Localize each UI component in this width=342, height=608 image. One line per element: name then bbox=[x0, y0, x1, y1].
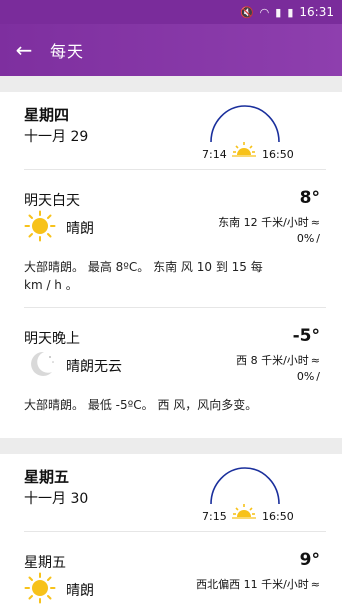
signal-icon: ▮ bbox=[275, 5, 282, 19]
sun-horizon-icon bbox=[232, 504, 256, 519]
period-label: 明天白天 bbox=[24, 193, 80, 209]
back-arrow-icon[interactable]: ← bbox=[0, 24, 48, 76]
wind-info: 东南 12 千米/小时 ≈ bbox=[218, 214, 320, 230]
daytime-forecast[interactable]: 星期五 晴朗 9° 西北偏西 11 千米/小时 ≈ bbox=[24, 532, 326, 608]
period-label: 星期五 bbox=[24, 555, 66, 571]
temperature: 9° bbox=[299, 550, 320, 570]
sunset-time: 16:50 bbox=[262, 148, 294, 161]
day-name: 星期五 bbox=[24, 468, 70, 486]
sun-horizon-icon bbox=[232, 142, 256, 157]
sunrise-time: 7:14 bbox=[202, 148, 227, 161]
daily-forecast-list[interactable]: 星期四 十一月 29 7:14 16:50 明天白天 晴朗 8° 东南 12 千… bbox=[0, 76, 342, 608]
status-bar: 🔇 ◠ ▮ ▮ 16:31 bbox=[0, 0, 342, 24]
day-name: 星期四 bbox=[24, 106, 70, 124]
day-date: 十一月 30 bbox=[24, 491, 89, 507]
forecast-description: 大部晴朗。 最高 8ºC。 东南 风 10 到 15 每 km / h 。 bbox=[24, 260, 263, 292]
wind-info: 西 8 千米/小时 ≈ bbox=[236, 352, 320, 368]
sunny-icon bbox=[24, 572, 56, 604]
wind-text: 西 8 千米/小时 bbox=[236, 354, 309, 367]
clear-night-moon-icon bbox=[31, 351, 54, 376]
day-date: 十一月 29 bbox=[24, 129, 89, 145]
sun-arc-icon bbox=[210, 467, 280, 505]
wind-text: 东南 12 千米/小时 bbox=[218, 216, 309, 229]
day-card: 星期五 十一月 30 7:15 16:50 星期五 晴朗 9° 西北偏西 11 … bbox=[0, 454, 342, 608]
day-header: 星期四 十一月 29 7:14 16:50 bbox=[24, 92, 326, 170]
condition-text: 晴朗无云 bbox=[66, 359, 122, 375]
condition-text: 晴朗 bbox=[66, 221, 94, 237]
sunny-icon bbox=[24, 210, 56, 242]
temperature: 8° bbox=[299, 188, 320, 208]
precip-text: 0% bbox=[296, 232, 315, 245]
sunrise-time: 7:15 bbox=[202, 510, 227, 523]
period-label: 明天晚上 bbox=[24, 331, 80, 347]
status-time: 16:31 bbox=[299, 5, 334, 19]
wind-info: 西北偏西 11 千米/小时 ≈ bbox=[196, 576, 320, 592]
day-header: 星期五 十一月 30 7:15 16:50 bbox=[24, 454, 326, 532]
precip-info: 0% / bbox=[297, 232, 320, 245]
battery-icon: ▮ bbox=[287, 5, 294, 19]
mute-icon: 🔇 bbox=[239, 5, 254, 19]
raindrop-icon: / bbox=[316, 370, 320, 383]
wind-icon: ≈ bbox=[310, 578, 320, 591]
daytime-forecast[interactable]: 明天白天 晴朗 8° 东南 12 千米/小时 ≈ 0% / 大部晴朗。 最高 8ºC… bbox=[24, 170, 326, 308]
day-card: 星期四 十一月 29 7:14 16:50 明天白天 晴朗 8° 东南 12 千… bbox=[0, 92, 342, 438]
page-title: 每天 bbox=[50, 42, 85, 61]
sun-arc-icon bbox=[210, 105, 280, 143]
wifi-icon: ◠ bbox=[259, 5, 270, 19]
condition-text: 晴朗 bbox=[66, 583, 94, 599]
precip-info: 0% / bbox=[297, 370, 320, 383]
app-bar: ← 每天 bbox=[0, 24, 342, 76]
sunset-time: 16:50 bbox=[262, 510, 294, 523]
wind-text: 西北偏西 11 千米/小时 bbox=[196, 578, 309, 591]
wind-icon: ≈ bbox=[310, 216, 320, 229]
wind-icon: ≈ bbox=[310, 354, 320, 367]
nighttime-forecast[interactable]: 明天晚上 晴朗无云 -5° 西 8 千米/小时 ≈ 0% / 大部晴朗。 最低 -5… bbox=[24, 308, 326, 438]
precip-text: 0% bbox=[296, 370, 315, 383]
raindrop-icon: / bbox=[316, 232, 320, 245]
forecast-description: 大部晴朗。 最低 -5ºC。 西 风，风向多变。 bbox=[24, 398, 258, 412]
temperature: -5° bbox=[292, 326, 320, 346]
